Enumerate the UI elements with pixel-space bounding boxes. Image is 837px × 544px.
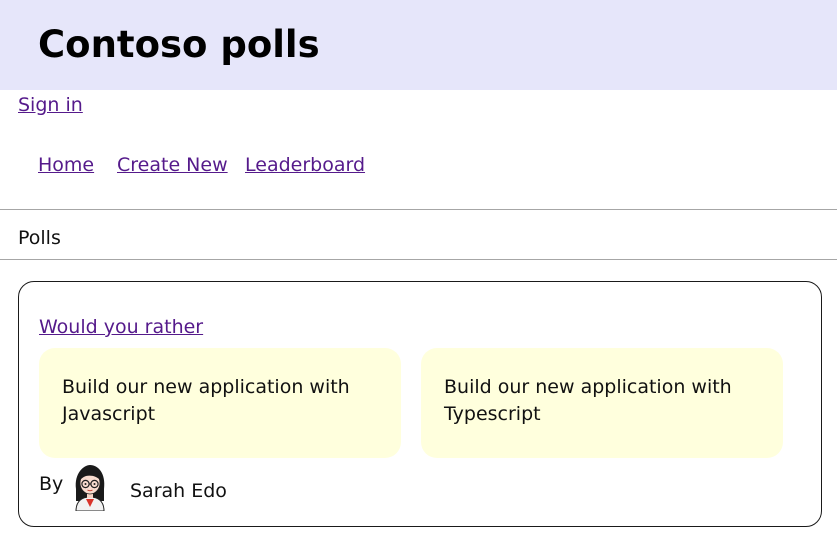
poll-option-1[interactable]: Build our new application with Javascrip… (39, 348, 401, 458)
poll-option-2-text: Build our new application with Typescrip… (444, 376, 732, 425)
app-title: Contoso polls (38, 23, 320, 66)
nav-leaderboard-link[interactable]: Leaderboard (245, 153, 365, 177)
avatar (70, 463, 110, 512)
nav-home-link[interactable]: Home (38, 153, 94, 177)
poll-question-link[interactable]: Would you rather (39, 315, 203, 339)
poll-option-2[interactable]: Build our new application with Typescrip… (421, 348, 783, 458)
poll-option-1-text: Build our new application with Javascrip… (62, 376, 350, 425)
by-label: By (39, 473, 64, 495)
sign-in-link[interactable]: Sign in (18, 93, 83, 117)
app-header: Contoso polls (0, 0, 837, 90)
nav-create-new-link[interactable]: Create New (117, 153, 228, 177)
section-title: Polls (18, 227, 61, 249)
divider-top (0, 209, 837, 210)
divider-bottom (0, 259, 837, 260)
woman-with-glasses-avatar-icon (75, 465, 105, 512)
poll-author-name: Sarah Edo (130, 480, 227, 502)
